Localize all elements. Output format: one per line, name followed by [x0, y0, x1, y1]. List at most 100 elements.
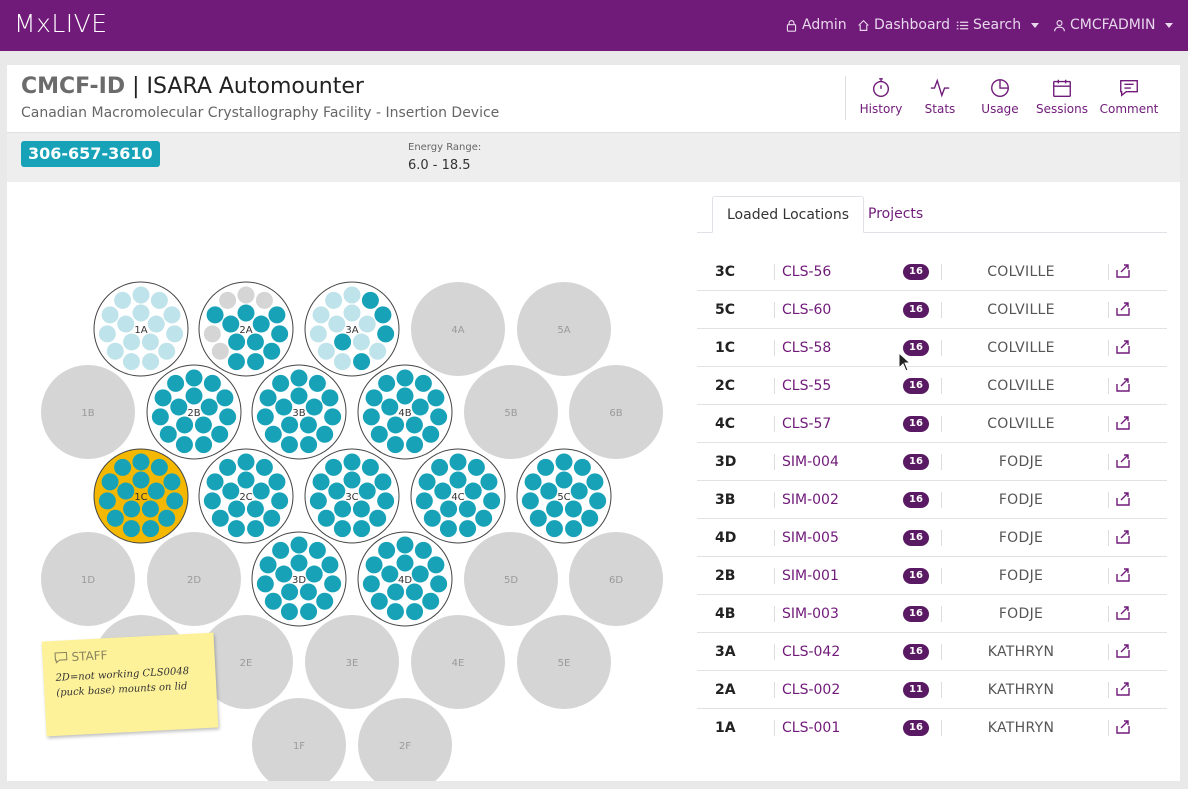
sample-port[interactable]: [167, 374, 185, 392]
sample-port[interactable]: [343, 304, 361, 322]
puck-1f[interactable]: 1F: [252, 698, 346, 781]
sample-port[interactable]: [459, 520, 477, 538]
puck-6d[interactable]: 6D: [569, 532, 663, 626]
sample-port[interactable]: [227, 520, 245, 538]
sample-port[interactable]: [290, 369, 308, 387]
sample-port[interactable]: [259, 389, 277, 407]
sample-port[interactable]: [163, 473, 181, 491]
share-icon[interactable]: [1115, 377, 1131, 393]
sample-port[interactable]: [358, 482, 376, 500]
sample-port[interactable]: [570, 482, 588, 500]
sample-port[interactable]: [328, 482, 346, 500]
puck-3a[interactable]: 3A: [304, 281, 400, 377]
sample-port[interactable]: [377, 492, 395, 510]
sample-port[interactable]: [324, 408, 342, 426]
container-link[interactable]: CLS-55: [782, 378, 831, 394]
sample-port[interactable]: [475, 509, 493, 527]
nav-search[interactable]: Search: [956, 17, 1040, 33]
sample-port[interactable]: [147, 482, 165, 500]
sample-port[interactable]: [343, 453, 361, 471]
sample-port[interactable]: [101, 306, 119, 324]
sample-port[interactable]: [343, 286, 361, 304]
sample-port[interactable]: [483, 492, 501, 510]
container-link[interactable]: CLS-002: [782, 682, 840, 698]
sample-port[interactable]: [524, 473, 542, 491]
sample-port[interactable]: [98, 492, 116, 510]
sample-port[interactable]: [256, 408, 274, 426]
container-link[interactable]: SIM-001: [782, 568, 839, 584]
puck-2a[interactable]: 2A: [198, 281, 294, 377]
container-link[interactable]: CLS-58: [782, 340, 831, 356]
sample-port[interactable]: [117, 482, 135, 500]
sample-port[interactable]: [308, 374, 326, 392]
sample-port[interactable]: [312, 473, 330, 491]
container-link[interactable]: SIM-003: [782, 606, 839, 622]
puck-5d[interactable]: 5D: [464, 532, 558, 626]
puck-2d[interactable]: 2D: [147, 532, 241, 626]
sample-port[interactable]: [381, 398, 399, 416]
sample-port[interactable]: [309, 492, 327, 510]
sample-port[interactable]: [545, 520, 563, 538]
sample-port[interactable]: [305, 398, 323, 416]
sample-port[interactable]: [211, 342, 229, 360]
sample-port[interactable]: [272, 541, 290, 559]
sample-port[interactable]: [158, 509, 176, 527]
sample-port[interactable]: [150, 291, 168, 309]
tab-projects[interactable]: Projects: [854, 196, 937, 233]
sample-port[interactable]: [369, 509, 387, 527]
share-icon[interactable]: [1115, 415, 1131, 431]
sample-port[interactable]: [264, 425, 282, 443]
puck-4d[interactable]: 4D: [357, 531, 453, 627]
sample-port[interactable]: [406, 436, 424, 454]
sample-port[interactable]: [365, 556, 383, 574]
sample-port[interactable]: [573, 458, 591, 476]
puck-1d[interactable]: 1D: [41, 532, 135, 626]
container-link[interactable]: SIM-002: [782, 492, 839, 508]
sample-port[interactable]: [333, 520, 351, 538]
sample-port[interactable]: [308, 541, 326, 559]
sample-port[interactable]: [247, 520, 265, 538]
share-icon[interactable]: [1115, 491, 1131, 507]
sample-port[interactable]: [166, 325, 184, 343]
sample-port[interactable]: [396, 536, 414, 554]
sample-port[interactable]: [378, 374, 396, 392]
nav-admin[interactable]: Admin: [785, 17, 847, 33]
share-icon[interactable]: [1115, 605, 1131, 621]
sample-port[interactable]: [101, 473, 119, 491]
sample-port[interactable]: [427, 556, 445, 574]
sample-port[interactable]: [132, 304, 150, 322]
sample-port[interactable]: [467, 458, 485, 476]
sample-port[interactable]: [353, 520, 371, 538]
sample-port[interactable]: [300, 436, 318, 454]
sample-port[interactable]: [439, 520, 457, 538]
sample-port[interactable]: [271, 325, 289, 343]
sample-port[interactable]: [374, 473, 392, 491]
sample-port[interactable]: [216, 389, 234, 407]
sample-port[interactable]: [163, 306, 181, 324]
container-link[interactable]: SIM-004: [782, 454, 839, 470]
sample-port[interactable]: [237, 304, 255, 322]
sample-port[interactable]: [589, 492, 607, 510]
sample-port[interactable]: [555, 453, 573, 471]
sample-port[interactable]: [290, 554, 308, 572]
sample-port[interactable]: [300, 603, 318, 621]
comment-button[interactable]: Comment: [1094, 77, 1164, 116]
container-link[interactable]: SIM-005: [782, 530, 839, 546]
sample-port[interactable]: [343, 471, 361, 489]
sample-port[interactable]: [324, 575, 342, 593]
sample-port[interactable]: [309, 325, 327, 343]
sample-port[interactable]: [414, 374, 432, 392]
share-icon[interactable]: [1115, 719, 1131, 735]
puck-4e[interactable]: 4E: [411, 615, 505, 709]
puck-3b[interactable]: 3B: [251, 364, 347, 460]
sample-port[interactable]: [321, 389, 339, 407]
share-icon[interactable]: [1115, 681, 1131, 697]
sample-port[interactable]: [219, 458, 237, 476]
share-icon[interactable]: [1115, 529, 1131, 545]
sample-port[interactable]: [290, 387, 308, 405]
sample-port[interactable]: [418, 473, 436, 491]
sample-port[interactable]: [362, 575, 380, 593]
sample-port[interactable]: [321, 556, 339, 574]
sample-port[interactable]: [358, 315, 376, 333]
sample-port[interactable]: [411, 398, 429, 416]
